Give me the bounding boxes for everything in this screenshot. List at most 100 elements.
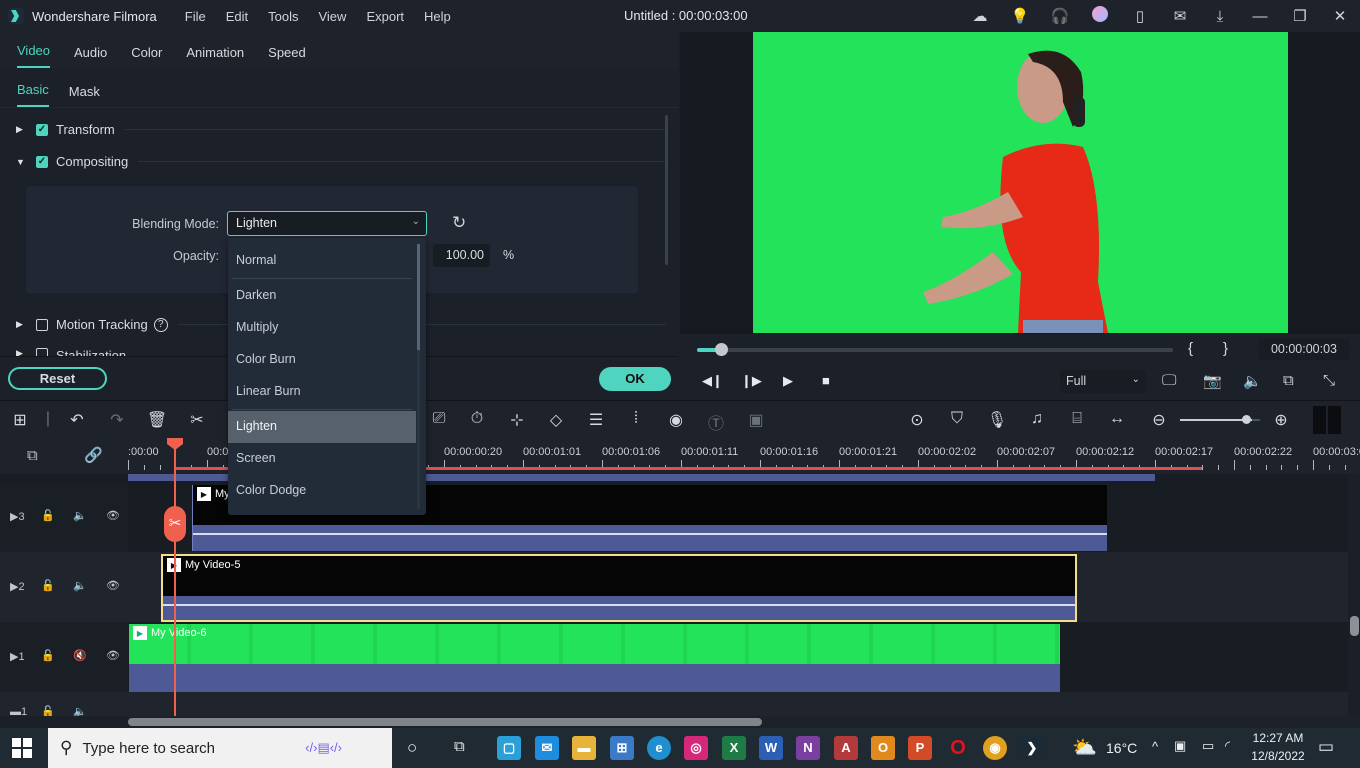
panel-toggle-button[interactable] (1313, 406, 1341, 434)
access-icon[interactable]: A (834, 736, 858, 760)
download-icon[interactable]: ⤓ (1200, 8, 1240, 25)
text-to-speech-icon[interactable]: Ⓣ (705, 410, 727, 434)
opacity-input[interactable]: 100.00 (433, 244, 490, 267)
motion-tracking-checkbox[interactable] (36, 318, 48, 331)
save-icon[interactable]: ▯ (1120, 7, 1160, 25)
clock-date[interactable]: 12/8/2022 (1250, 749, 1306, 763)
volume-icon[interactable]: 🔈 (1243, 372, 1262, 390)
section-transform[interactable]: ▶ ✓ Transform (16, 122, 666, 137)
speaker-icon[interactable]: 🔈 (73, 509, 87, 522)
word-icon[interactable]: W (759, 736, 783, 760)
display-settings-icon[interactable]: 🖵 (1162, 372, 1176, 389)
horizontal-scroll-thumb[interactable] (128, 718, 762, 726)
blending-mode-select[interactable]: Lighten ⌄ (227, 211, 427, 236)
excel-icon[interactable]: X (722, 736, 746, 760)
preview-quality-select[interactable]: Full ⌄ (1060, 370, 1146, 393)
cortana-icon[interactable]: ○ (407, 738, 417, 758)
fit-timeline-icon[interactable]: ↔ (1106, 410, 1128, 428)
tab-audio[interactable]: Audio (74, 45, 107, 68)
undo-icon[interactable]: ↶ (66, 410, 88, 430)
tray-app-icon[interactable]: ▣ (1174, 738, 1186, 754)
avatar-icon[interactable] (1080, 6, 1120, 26)
timeline-clip-my-video-5[interactable]: ▶My Video-5 (161, 554, 1077, 622)
video-preview[interactable] (753, 32, 1288, 333)
speaker-muted-icon[interactable]: 🔇 (73, 649, 87, 662)
option-lighten[interactable]: Lighten (228, 411, 416, 443)
onenote-icon[interactable]: N (796, 736, 820, 760)
expand-triangle-icon[interactable]: ▶ (16, 124, 36, 135)
opera-icon[interactable]: O (946, 736, 970, 760)
task-view-icon[interactable]: ⧉ (454, 738, 465, 755)
expand-triangle-icon[interactable]: ▶ (16, 319, 36, 330)
marker-icon[interactable]: ⛉ (946, 410, 968, 428)
snapshot-icon[interactable]: 📷 (1203, 372, 1222, 390)
speed-timer-icon[interactable]: ⏱ (466, 410, 488, 428)
subtab-mask[interactable]: Mask (69, 84, 100, 107)
audio-mixer-icon[interactable]: ♫ (1026, 410, 1048, 428)
mark-out-button[interactable]: } (1223, 340, 1228, 357)
filmora-taskbar-icon[interactable]: ❯ (1018, 736, 1046, 760)
delete-icon[interactable]: 🗑 (146, 410, 168, 430)
menu-tools[interactable]: Tools (268, 9, 298, 24)
option-multiply[interactable]: Multiply (228, 312, 416, 344)
audio-waveform-icon[interactable]: ⦙ (625, 410, 647, 428)
playhead[interactable] (174, 440, 176, 716)
snap-icon[interactable]: ⌸ (1066, 410, 1088, 428)
taskbar-search-box[interactable]: ⚲ Type here to search ‹/›▤‹/› (48, 728, 392, 768)
timeline-clip-my-video-6[interactable]: ▶ My Video-6 (129, 624, 1060, 692)
step-back-icon[interactable]: ◀❙ (702, 373, 723, 389)
timeline-ruler[interactable]: ⧉ 🔗 :00:0000:00:00:0500:00:00:1000:00:00… (0, 438, 1360, 474)
lock-icon[interactable]: 🔓 (41, 579, 55, 592)
cloud-icon[interactable]: ☁ (960, 7, 1000, 25)
microphone-icon[interactable]: 🎙 (986, 410, 1008, 430)
store-icon[interactable]: ⊞ (610, 736, 634, 760)
minimize-icon[interactable]: — (1240, 8, 1280, 25)
mail-app-icon[interactable]: ✉ (535, 736, 559, 760)
mark-in-button[interactable]: { (1188, 340, 1193, 357)
tab-color[interactable]: Color (131, 45, 162, 68)
lock-icon[interactable]: 🔓 (41, 649, 55, 662)
expand-triangle-icon[interactable]: ▶ (16, 348, 36, 356)
section-compositing[interactable]: ▼ ✓ Compositing (16, 154, 666, 169)
menu-edit[interactable]: Edit (226, 9, 248, 24)
instagram-icon[interactable]: ◎ (684, 736, 708, 760)
option-normal[interactable]: Normal (228, 245, 416, 277)
menu-help[interactable]: Help (424, 9, 451, 24)
zoom-in-icon[interactable]: ⊕ (1270, 410, 1292, 430)
menu-view[interactable]: View (318, 9, 346, 24)
link-icon[interactable]: 🔗 (84, 446, 103, 464)
show-hidden-icons[interactable]: ^ (1152, 739, 1158, 754)
option-darken[interactable]: Darken (228, 280, 416, 312)
playback-progress-slider[interactable] (697, 343, 1173, 356)
battery-icon[interactable]: ▭ (1202, 738, 1214, 754)
panel-scrollbar[interactable] (665, 115, 668, 265)
eye-icon[interactable]: 👁 (106, 649, 120, 662)
fullscreen-icon[interactable]: ⤡ (1323, 372, 1335, 389)
reset-button[interactable]: Reset (8, 367, 107, 390)
compositing-checkbox[interactable]: ✓ (36, 155, 48, 168)
play-icon[interactable]: ▶ (783, 373, 793, 389)
tab-video[interactable]: Video (17, 43, 51, 68)
presentation-icon[interactable]: ⎚ (428, 410, 450, 428)
timeline-horizontal-scrollbar[interactable] (128, 716, 1360, 728)
transform-checkbox[interactable]: ✓ (36, 123, 48, 136)
edge-icon[interactable]: e (647, 736, 671, 760)
adjust-icon[interactable]: ☰ (585, 410, 607, 430)
mail-icon[interactable]: ✉ (1160, 7, 1200, 25)
ok-button[interactable]: OK (599, 367, 671, 391)
close-icon[interactable]: ✕ (1320, 7, 1360, 25)
timeline-vertical-scroll-thumb[interactable] (1350, 616, 1359, 636)
pip-layout-icon[interactable]: ⧉ (1283, 372, 1294, 389)
render-preview-icon[interactable]: ⊙ (906, 410, 928, 430)
option-screen[interactable]: Screen (228, 443, 416, 475)
speaker-icon[interactable]: 🔈 (73, 579, 87, 592)
audio-stretch-icon[interactable]: ◉ (665, 410, 687, 430)
tab-animation[interactable]: Animation (186, 45, 244, 68)
lightbulb-icon[interactable]: 💡 (1000, 7, 1040, 25)
cut-icon[interactable]: ✂ (186, 410, 208, 430)
layout-icon[interactable]: ⊞ (9, 410, 31, 430)
redo-icon[interactable]: ↷ (106, 410, 128, 430)
add-track-icon[interactable]: ⧉ (27, 447, 38, 464)
zoom-out-icon[interactable]: ⊖ (1148, 410, 1170, 430)
subtab-basic[interactable]: Basic (17, 82, 49, 107)
